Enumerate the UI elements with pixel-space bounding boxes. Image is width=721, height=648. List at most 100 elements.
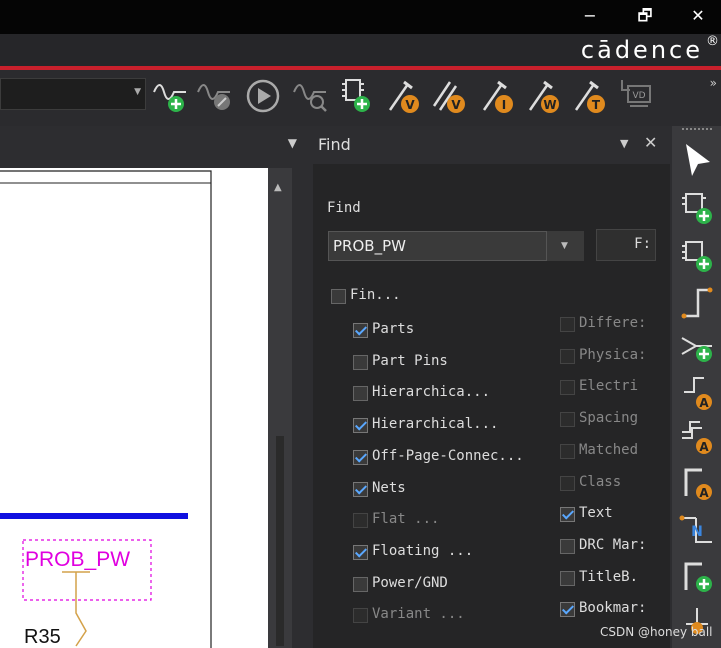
auto-wire-icon[interactable]: A — [676, 372, 718, 414]
title-bar: − 🗗 ✕ — [0, 0, 721, 34]
palette-grip[interactable] — [682, 128, 712, 130]
add-waveform-icon[interactable] — [152, 76, 190, 116]
find-panel-header: Find ▼ ✕ — [310, 126, 672, 164]
find-history-dropdown[interactable]: ▼ — [546, 231, 584, 261]
place-pspice-part-icon[interactable] — [676, 236, 718, 278]
option-checkbox — [560, 475, 575, 491]
probe-letter: V — [451, 98, 461, 112]
option-checkbox[interactable] — [353, 481, 368, 497]
option-label: Physica: — [579, 346, 647, 363]
right-tool-palette: A A A N — [672, 126, 721, 648]
schematic-panel-header: ▼ — [0, 126, 305, 164]
option-label: Nets — [372, 479, 406, 496]
svg-text:N: N — [691, 524, 703, 540]
current-probe-icon[interactable]: I — [480, 76, 518, 116]
find-panel-title: Find — [318, 135, 351, 154]
option-checkbox[interactable] — [353, 323, 368, 338]
power-probe-icon[interactable]: W — [526, 76, 564, 116]
option-label: Parts — [372, 321, 415, 337]
scrollbar-thumb[interactable] — [276, 436, 284, 646]
option-label: TitleB. — [579, 568, 639, 585]
option-label: Class — [579, 473, 622, 490]
brand-bar: cādence ® — [0, 34, 721, 66]
close-icon[interactable]: ✕ — [644, 133, 657, 152]
probe-letter: T — [592, 98, 601, 112]
close-window-button[interactable]: ✕ — [678, 4, 718, 28]
net-alias-icon[interactable]: N — [676, 510, 718, 552]
option-label: Differe: — [579, 315, 647, 331]
option-label: Flat ... — [372, 511, 440, 528]
vd-label: VD — [632, 91, 645, 101]
option-label: DRC Mar: — [579, 536, 647, 553]
option-checkbox[interactable] — [560, 602, 575, 618]
option-checkbox[interactable] — [353, 449, 368, 465]
chevron-down-icon[interactable]: ▼ — [620, 137, 628, 150]
page-border — [0, 170, 212, 648]
find-in-label: Fin... — [350, 287, 401, 303]
cadence-logo: cādence — [580, 36, 703, 64]
auto-wire-bus-icon[interactable]: A — [676, 462, 718, 504]
toolbar-overflow-button[interactable]: » — [710, 76, 717, 90]
option-checkbox[interactable] — [353, 544, 368, 560]
option-label: Bookmar: — [579, 600, 647, 617]
find-in-checkbox[interactable] — [331, 289, 346, 304]
chevron-down-icon[interactable]: ▼ — [561, 241, 568, 251]
chevron-down-icon[interactable]: ▼ — [288, 136, 297, 150]
place-part-icon[interactable] — [676, 188, 718, 230]
option-checkbox[interactable] — [353, 354, 368, 370]
option-checkbox[interactable] — [353, 418, 368, 434]
schematic-canvas[interactable]: PROB_PW R35 — [0, 168, 268, 648]
temperature-probe-icon[interactable]: T — [572, 76, 610, 116]
run-simulation-icon[interactable] — [244, 76, 282, 116]
option-label: Electri — [579, 378, 639, 395]
probe-letter: W — [543, 98, 556, 112]
find-button-label: F: — [634, 236, 651, 252]
place-bus-icon[interactable] — [676, 326, 718, 368]
resistor-symbol[interactable] — [62, 571, 90, 647]
find-button[interactable]: F: — [596, 229, 656, 261]
option-label: Part Pins — [372, 352, 448, 369]
option-checkbox[interactable] — [560, 507, 575, 523]
chevron-down-icon[interactable]: ▼ — [134, 87, 141, 97]
option-checkbox[interactable] — [560, 538, 575, 554]
option-checkbox — [560, 380, 575, 396]
option-label: Power/GND — [372, 574, 448, 591]
option-label: Floating ... — [372, 542, 474, 559]
find-label: Find — [327, 200, 361, 216]
option-label: Hierarchical... — [372, 416, 499, 433]
option-checkbox — [560, 348, 575, 364]
select-pointer-icon[interactable] — [676, 140, 718, 182]
svg-text:A: A — [699, 440, 709, 454]
place-net-group-icon[interactable] — [676, 556, 718, 598]
add-part-icon[interactable] — [338, 76, 376, 116]
option-checkbox — [353, 513, 368, 529]
voltage-probe-icon[interactable]: V — [386, 76, 424, 116]
voltage-differential-marker-icon[interactable]: VD — [618, 76, 656, 116]
find-input-value[interactable]: PROB_PW — [333, 237, 406, 255]
option-checkbox[interactable] — [353, 386, 368, 402]
option-checkbox — [353, 608, 368, 624]
auto-wire-multi-icon[interactable]: A — [676, 416, 718, 458]
toolbar-combo-box[interactable]: ▼ — [0, 78, 146, 110]
restore-button[interactable]: 🗗 — [625, 4, 665, 28]
panel-splitter[interactable] — [292, 168, 310, 648]
part-reference[interactable]: R35 — [24, 626, 61, 648]
edit-waveform-icon[interactable] — [196, 76, 234, 116]
option-label: Variant ... — [372, 606, 465, 623]
search-waveform-icon[interactable] — [292, 76, 330, 116]
net-label-text[interactable]: PROB_PW — [25, 548, 130, 571]
svg-text:A: A — [699, 486, 709, 500]
place-wire-icon[interactable] — [676, 282, 718, 324]
probe-letter: I — [502, 98, 506, 112]
find-input[interactable]: PROB_PW — [328, 231, 559, 261]
scroll-up-icon[interactable]: ▲ — [274, 182, 282, 193]
option-checkbox[interactable] — [560, 570, 575, 586]
option-checkbox[interactable] — [353, 576, 368, 592]
option-checkbox — [560, 317, 575, 332]
svg-text:A: A — [699, 396, 709, 410]
minimize-button[interactable]: − — [570, 4, 610, 28]
option-label: Hierarchica... — [372, 384, 491, 401]
differential-voltage-probe-icon[interactable]: V — [432, 76, 470, 116]
registered-mark: ® — [706, 34, 719, 49]
vertical-scrollbar[interactable]: ▲ — [268, 168, 292, 648]
